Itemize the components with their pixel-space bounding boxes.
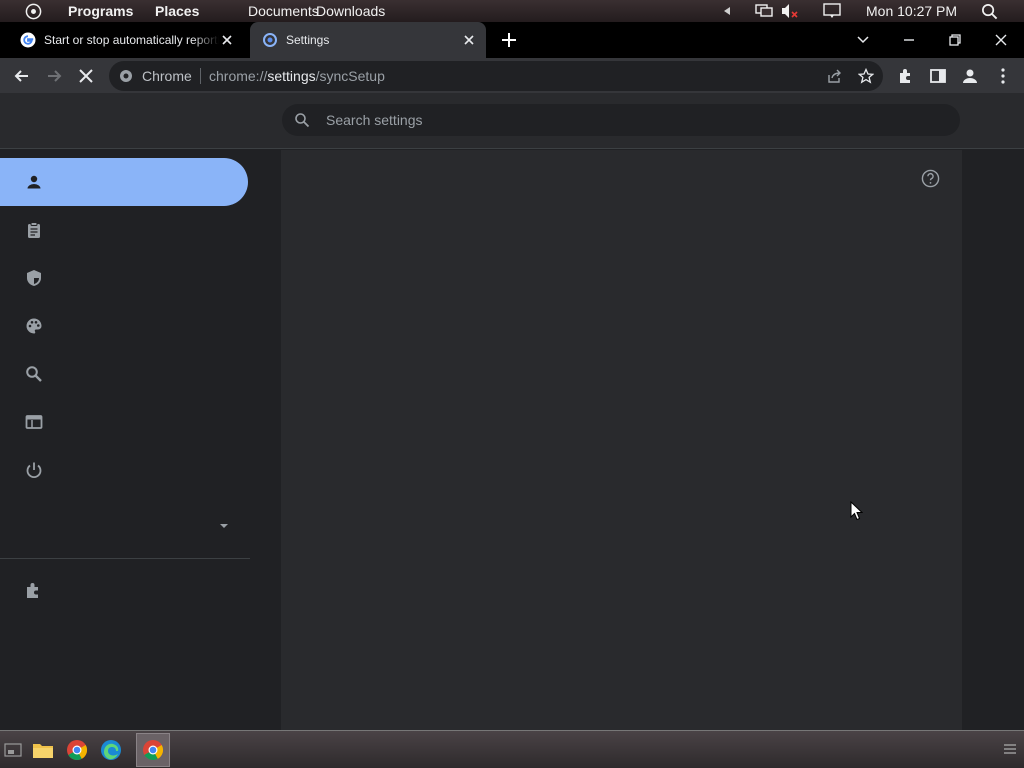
tab-settings[interactable]: Settings <box>250 22 486 58</box>
menu-programs[interactable]: Programs <box>68 3 133 19</box>
tab-search-chevron-icon[interactable] <box>853 30 873 50</box>
minimize-icon[interactable] <box>899 30 919 50</box>
system-top-panel: Programs Places Documents Downloads Mon … <box>0 0 1024 22</box>
forward-arrow-icon[interactable] <box>44 66 64 86</box>
address-bar[interactable]: Chrome chrome://settings/syncSetup <box>109 61 883 91</box>
sidebar-item-search-engine[interactable] <box>0 350 248 398</box>
extensions-puzzle-icon[interactable] <box>896 66 916 86</box>
sidebar-divider <box>0 558 250 559</box>
volume-muted-icon[interactable] <box>781 3 799 19</box>
clock[interactable]: Mon 10:27 PM <box>866 3 957 19</box>
taskbar-menu-icon[interactable] <box>1002 742 1018 756</box>
chrome-app-icon[interactable] <box>66 739 88 761</box>
url-host: settings <box>267 68 316 84</box>
search-icon <box>295 113 310 128</box>
mouse-cursor-icon <box>850 501 863 521</box>
profile-icon[interactable] <box>960 66 980 86</box>
notification-icon[interactable] <box>823 3 841 19</box>
file-manager-icon[interactable] <box>32 739 54 761</box>
sidebar-item-extensions[interactable] <box>0 566 248 614</box>
clipboard-icon <box>28 222 40 238</box>
sidebar-item-on-startup[interactable] <box>0 446 248 494</box>
network-icon[interactable] <box>755 3 773 19</box>
settings-main-card <box>281 150 962 730</box>
restore-icon[interactable] <box>945 30 965 50</box>
search-icon[interactable] <box>981 3 998 20</box>
sidebar-item-you-and-google[interactable] <box>0 158 248 206</box>
show-desktop-icon[interactable] <box>4 742 22 758</box>
chrome-page-icon[interactable] <box>119 69 133 83</box>
bottom-taskbar <box>0 730 1024 768</box>
help-icon[interactable] <box>921 169 940 188</box>
close-tab-icon[interactable] <box>462 33 476 47</box>
person-icon <box>27 175 41 189</box>
advanced-expand-icon[interactable] <box>218 522 230 530</box>
tab-title: Settings <box>286 33 330 47</box>
settings-sidebar <box>0 150 281 730</box>
tab-title: Start or stop automatically reporting <box>44 33 219 47</box>
loading-spinner-icon <box>263 33 277 47</box>
settings-header <box>0 93 1024 149</box>
url-text[interactable]: chrome://settings/syncSetup <box>209 68 385 84</box>
google-favicon-icon <box>20 32 36 48</box>
tab-reporting[interactable]: Start or stop automatically reporting <box>8 22 244 58</box>
browser-toolbar: Chrome chrome://settings/syncSetup <box>0 58 1024 93</box>
url-path: /syncSetup <box>315 68 385 84</box>
chrome-app-icon <box>143 740 164 761</box>
site-chip: Chrome <box>142 68 192 84</box>
new-tab-plus-icon[interactable] <box>500 31 518 49</box>
kebab-menu-icon[interactable] <box>993 66 1013 86</box>
sidebar-item-appearance[interactable] <box>0 302 248 350</box>
tab-strip: Start or stop automatically reporting Se… <box>0 22 1024 58</box>
app-menu-icon[interactable] <box>25 3 42 20</box>
share-icon[interactable] <box>826 68 842 84</box>
sidebar-item-autofill[interactable] <box>0 206 248 254</box>
bookmark-star-icon[interactable] <box>858 68 874 84</box>
close-window-icon[interactable] <box>991 30 1011 50</box>
taskbar-active-window[interactable] <box>136 733 170 767</box>
right-gutter <box>962 150 1024 730</box>
menu-downloads[interactable]: Downloads <box>316 3 385 19</box>
shield-icon <box>27 270 41 286</box>
edge-app-icon[interactable] <box>100 739 122 761</box>
power-icon <box>26 462 42 479</box>
back-arrow-icon[interactable] <box>12 66 32 86</box>
url-scheme: chrome:// <box>209 68 268 84</box>
extensions-puzzle-icon <box>27 583 38 598</box>
close-tab-icon[interactable] <box>220 33 234 47</box>
side-panel-icon[interactable] <box>928 66 948 86</box>
sidebar-item-default-browser[interactable] <box>0 398 248 446</box>
stop-loading-icon[interactable] <box>76 66 96 86</box>
omnibox-divider <box>200 68 201 84</box>
tray-arrow-icon[interactable] <box>722 6 732 16</box>
sidebar-item-privacy[interactable] <box>0 254 248 302</box>
search-icon <box>26 366 42 382</box>
settings-search-box[interactable] <box>282 104 960 136</box>
browser-window-icon <box>25 415 43 429</box>
menu-places[interactable]: Places <box>155 3 199 19</box>
menu-documents[interactable]: Documents <box>248 3 319 19</box>
palette-icon <box>26 318 42 334</box>
search-settings-input[interactable] <box>326 108 926 132</box>
